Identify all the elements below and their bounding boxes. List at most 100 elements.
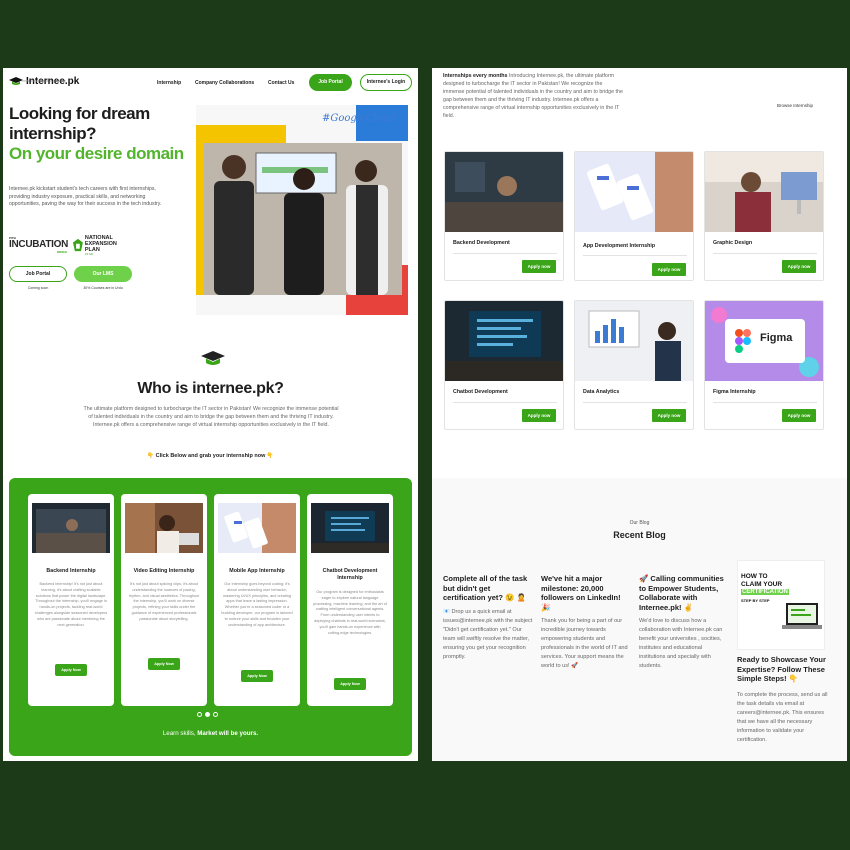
course-card-video-editing[interactable]: Video Editing Internship It's not just a… xyxy=(121,494,207,706)
who-description: The ultimate platform designed to turboc… xyxy=(83,406,339,428)
apply-now-button[interactable]: Apply Now xyxy=(334,678,366,690)
internship-image xyxy=(445,301,563,381)
hero-job-portal-button[interactable]: Job Portal xyxy=(9,266,67,282)
blog-post-title[interactable]: Ready to Showcase Your Expertise? Follow… xyxy=(737,655,832,684)
course-title: Backend Internship xyxy=(46,568,96,574)
internship-title: Backend Development xyxy=(453,240,510,246)
nic-emblem-icon xyxy=(73,238,83,252)
blog-post[interactable]: 🚀 Calling communities to Empower Student… xyxy=(639,574,729,671)
blog-post-body: We'd love to discuss how a collaboration… xyxy=(639,618,723,669)
partner2-sub: OF NIC xyxy=(84,252,94,256)
nic-expansion-logo: NATIONAL EXPANSION PLAN OF NIC xyxy=(73,234,133,256)
apply-now-button[interactable]: Apply now xyxy=(522,260,556,273)
internship-card-app-development[interactable]: App Development Internship Apply now xyxy=(574,151,694,281)
carousel-dot-active[interactable] xyxy=(205,712,210,717)
carousel-dot[interactable] xyxy=(213,712,218,717)
blog-post-title[interactable]: We've hit a major milestone: 20,000 foll… xyxy=(541,574,631,612)
job-portal-button[interactable]: Job Portal xyxy=(309,74,352,91)
blog-section: Our Blog Recent Blog Complete all of the… xyxy=(432,478,847,761)
landing-page-right: Internships every months Introducing Int… xyxy=(432,68,847,761)
course-title: Chatbot Development Internship xyxy=(322,568,378,581)
nav-link-contact-us[interactable]: Contact Us xyxy=(268,80,294,86)
course-image xyxy=(32,503,110,553)
thumb-line-4: STEP BY STEP xyxy=(741,598,770,603)
blog-post[interactable]: Complete all of the task but didn't get … xyxy=(443,574,533,662)
internship-image xyxy=(445,152,563,232)
internship-title: Chatbot Development xyxy=(453,389,508,395)
apply-now-button[interactable]: Apply now xyxy=(782,409,816,422)
blog-post[interactable]: We've hit a major milestone: 20,000 foll… xyxy=(541,574,631,671)
apply-now-button[interactable]: Apply now xyxy=(522,409,556,422)
internship-image xyxy=(705,152,823,232)
divider xyxy=(453,402,557,403)
course-card-mobile-app[interactable]: Mobile App Internship Our internship goe… xyxy=(214,494,300,706)
browse-internship-link[interactable]: Browse Internship xyxy=(777,103,813,108)
apply-now-button[interactable]: Apply Now xyxy=(55,664,87,676)
intro-bold: Internships every months xyxy=(443,73,508,79)
pitb-incubation-logo: PITB INCUBATION WINGS xyxy=(9,236,71,256)
course-image xyxy=(311,503,389,553)
apply-now-button[interactable]: Apply now xyxy=(652,409,686,422)
thumb-line-1: HOW TO xyxy=(741,573,768,580)
internship-image xyxy=(575,152,693,232)
lms-caption: 30% Courses are in Urdu xyxy=(83,286,123,290)
internship-card-graphic-design[interactable]: Graphic Design Apply now xyxy=(704,151,824,281)
landing-page-left: Internee.pk YOUR INTERNSHIP PLATFORM Int… xyxy=(3,68,418,761)
internship-title: Graphic Design xyxy=(713,240,753,246)
blog-post-body: Thank you for being a part of our incred… xyxy=(541,618,628,669)
internship-card-backend[interactable]: Backend Development Apply now xyxy=(444,151,564,281)
hero-team-photo: #GoogleCloud xyxy=(196,105,408,315)
blog-post-body: To complete the process, send us all the… xyxy=(737,691,828,743)
footer-bold-text: Market will be yours. xyxy=(197,730,259,737)
nav-link-internship[interactable]: Internship xyxy=(157,80,181,86)
course-image xyxy=(125,503,203,553)
internship-image xyxy=(575,301,693,381)
blog-post-title[interactable]: Complete all of the task but didn't get … xyxy=(443,574,533,603)
graduation-cap-icon xyxy=(201,351,225,374)
internship-title: App Development Internship xyxy=(583,243,656,249)
apply-now-button[interactable]: Apply Now xyxy=(148,658,180,670)
top-nav: Internee.pk YOUR INTERNSHIP PLATFORM Int… xyxy=(3,68,418,98)
hero-lms-button[interactable]: Our LMS xyxy=(74,266,132,282)
job-portal-caption: Coming soon xyxy=(27,286,49,290)
internship-card-data-analytics[interactable]: Data Analytics Apply now xyxy=(574,300,694,430)
hero-description: Internee.pk kickstart student's tech car… xyxy=(9,186,162,207)
thumb-line-2: CLAIM YOUR xyxy=(741,581,783,588)
internship-card-figma[interactable]: Figma Figma Internship Apply now xyxy=(704,300,824,430)
logo-tagline: YOUR INTERNSHIP PLATFORM xyxy=(21,79,66,83)
divider xyxy=(453,253,557,254)
internship-card-chatbot[interactable]: Chatbot Development Apply now xyxy=(444,300,564,430)
thumb-laptop-icon xyxy=(782,603,822,629)
apply-now-button[interactable]: Apply now xyxy=(782,260,816,273)
carousel-footer: Learn skills, Market will be yours. xyxy=(9,730,412,737)
blog-post-title[interactable]: 🚀 Calling communities to Empower Student… xyxy=(639,574,729,612)
divider xyxy=(583,255,687,256)
course-title: Video Editing Internship xyxy=(133,568,195,574)
course-card-chatbot[interactable]: Chatbot Development Internship Our progr… xyxy=(307,494,393,706)
partner1-wings: WINGS xyxy=(56,250,67,254)
course-description: Backend internship! It's not just about … xyxy=(34,582,108,627)
divider xyxy=(713,253,817,254)
blog-post[interactable]: Ready to Showcase Your Expertise? Follow… xyxy=(737,655,832,745)
who-cta: 👇 Click Below and grab your internship n… xyxy=(147,453,274,459)
course-description: Our internship goes beyond coding; it's … xyxy=(221,582,293,627)
blog-post-body: 📧 Drop us a quick email at issues@intern… xyxy=(443,608,533,660)
internship-title: Figma Internship xyxy=(713,389,756,395)
thumb-line-3: CERTIFICATION xyxy=(741,589,789,595)
course-card-backend[interactable]: Backend Internship Backend internship! I… xyxy=(28,494,114,706)
internee-login-button[interactable]: Internee's Login xyxy=(360,74,412,91)
apply-now-button[interactable]: Apply now xyxy=(652,263,686,276)
carousel-dot[interactable] xyxy=(197,712,202,717)
nav-link-company-collaborations[interactable]: Company Collaborations xyxy=(195,80,254,86)
hero-title: Looking for dream internship? xyxy=(9,104,150,143)
intro-body: Introducing Internee.pk, the ultimate pl… xyxy=(443,73,623,119)
partner2-name: NATIONAL EXPANSION PLAN xyxy=(84,234,117,253)
blog-kicker: Our Blog xyxy=(629,520,650,526)
blog-title: Recent Blog xyxy=(613,530,666,540)
divider xyxy=(583,402,687,403)
apply-now-button[interactable]: Apply Now xyxy=(241,670,273,682)
who-title: Who is internee.pk? xyxy=(137,380,284,397)
figma-logo-text: Figma xyxy=(760,332,793,344)
course-description: Our program is designed for enthusiasts … xyxy=(313,590,387,635)
blog-thumbnail[interactable]: HOW TO CLAIM YOUR CERTIFICATION STEP BY … xyxy=(737,560,825,650)
